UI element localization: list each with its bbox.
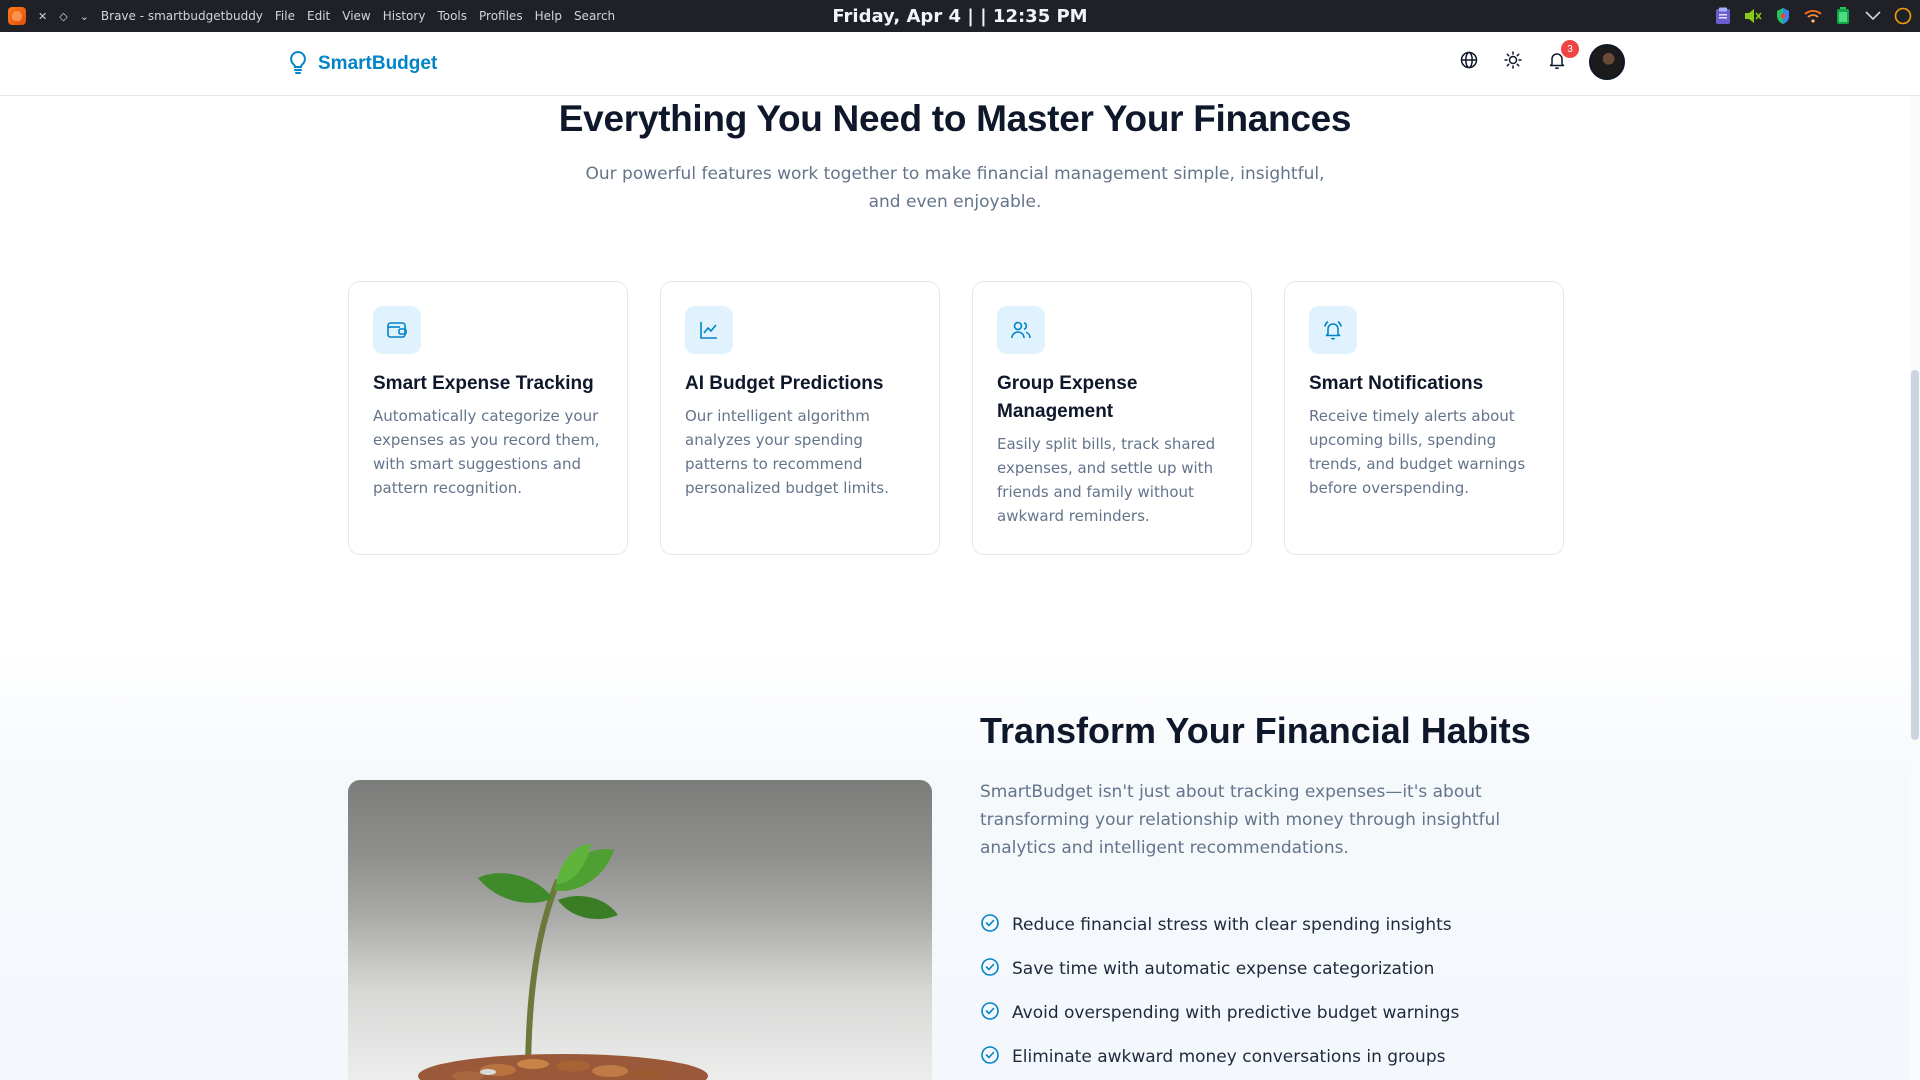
check-circle-icon: [980, 1045, 1000, 1069]
card-description: Automatically categorize your expenses a…: [373, 407, 600, 497]
check-circle-icon: [980, 913, 1000, 937]
status-circle-icon[interactable]: [1894, 7, 1912, 25]
feature-card-notifications: Smart Notifications Receive timely alert…: [1284, 281, 1564, 555]
notifications-button[interactable]: 3: [1545, 40, 1579, 74]
benefit-item: Reduce financial stress with clear spend…: [980, 903, 1459, 947]
menu-search[interactable]: Search: [574, 9, 615, 23]
globe-icon: [1460, 51, 1478, 73]
clipboard-icon[interactable]: [1714, 7, 1732, 25]
feature-card-budget-predictions: AI Budget Predictions Our intelligent al…: [660, 281, 940, 555]
app-title: Brave - smartbudgetbuddy: [100, 9, 263, 23]
sun-icon: [1504, 51, 1522, 73]
transform-description: SmartBudget isn't just about tracking ex…: [980, 782, 1501, 858]
check-circle-icon: [980, 957, 1000, 981]
avatar[interactable]: [1589, 44, 1625, 80]
lightbulb-icon: [288, 50, 308, 78]
bell-ring-icon: [1309, 306, 1357, 354]
os-top-bar: ✕ ◇ ⌄ Brave - smartbudgetbuddy File Edit…: [0, 0, 1920, 32]
shield-icon[interactable]: [1774, 7, 1792, 25]
benefit-item: Avoid overspending with predictive budge…: [980, 991, 1459, 1035]
transform-title: Transform Your Financial Habits: [980, 710, 1531, 751]
plant-coins-image: [348, 780, 932, 1080]
menu-help[interactable]: Help: [535, 9, 562, 23]
card-description: Easily split bills, track shared expense…: [997, 435, 1216, 525]
benefit-item: Eliminate awkward money conversations in…: [980, 1035, 1459, 1079]
card-title: Group Expense Management: [997, 373, 1138, 422]
battery-icon[interactable]: [1834, 7, 1852, 25]
feature-card-group-expenses: Group Expense Management Easily split bi…: [972, 281, 1252, 555]
diamond-icon[interactable]: ◇: [59, 10, 67, 23]
wallet-icon: [373, 306, 421, 354]
card-description: Receive timely alerts about upcoming bil…: [1309, 407, 1526, 497]
wifi-icon[interactable]: [1804, 7, 1822, 25]
benefit-text: Save time with automatic expense categor…: [1012, 959, 1435, 979]
close-icon[interactable]: ✕: [38, 10, 47, 23]
brand-name: SmartBudget: [318, 53, 438, 74]
notification-badge: 3: [1561, 40, 1579, 58]
system-tray: [1714, 0, 1912, 32]
card-title: Smart Expense Tracking: [373, 373, 594, 394]
menu-profiles[interactable]: Profiles: [479, 9, 523, 23]
muted-speaker-icon[interactable]: [1744, 7, 1762, 25]
features-subtitle: Our powerful features work together to m…: [585, 164, 1325, 212]
card-description: Our intelligent algorithm analyzes your …: [685, 407, 889, 497]
language-button[interactable]: [1457, 50, 1481, 74]
benefit-item: Save time with automatic expense categor…: [980, 947, 1459, 991]
benefit-text: Avoid overspending with predictive budge…: [1012, 1003, 1460, 1023]
app-header: SmartBudget 3: [0, 32, 1920, 96]
users-icon: [997, 306, 1045, 354]
card-title: AI Budget Predictions: [685, 373, 884, 394]
brand-logo[interactable]: SmartBudget: [288, 50, 437, 78]
feature-cards: Smart Expense Tracking Automatically cat…: [348, 281, 1564, 555]
line-chart-icon: [685, 306, 733, 354]
transform-section-background: [0, 650, 1910, 1080]
benefit-text: Reduce financial stress with clear spend…: [1012, 915, 1452, 935]
features-title: Everything You Need to Master Your Finan…: [558, 98, 1352, 139]
benefits-list: Reduce financial stress with clear spend…: [980, 903, 1459, 1079]
brave-logo-icon[interactable]: [8, 7, 26, 25]
chevron-down-icon[interactable]: [1864, 7, 1882, 25]
feature-card-expense-tracking: Smart Expense Tracking Automatically cat…: [348, 281, 628, 555]
menu-history[interactable]: History: [383, 9, 426, 23]
chevron-down-icon[interactable]: ⌄: [80, 10, 89, 23]
card-title: Smart Notifications: [1309, 373, 1484, 394]
check-circle-icon: [980, 1001, 1000, 1025]
menu-file[interactable]: File: [275, 9, 295, 23]
scrollbar-thumb[interactable]: [1911, 370, 1919, 740]
menu-view[interactable]: View: [342, 9, 370, 23]
menu-edit[interactable]: Edit: [307, 9, 330, 23]
theme-toggle-button[interactable]: [1501, 50, 1525, 74]
menu-tools[interactable]: Tools: [437, 9, 467, 23]
benefit-text: Eliminate awkward money conversations in…: [1012, 1047, 1446, 1067]
